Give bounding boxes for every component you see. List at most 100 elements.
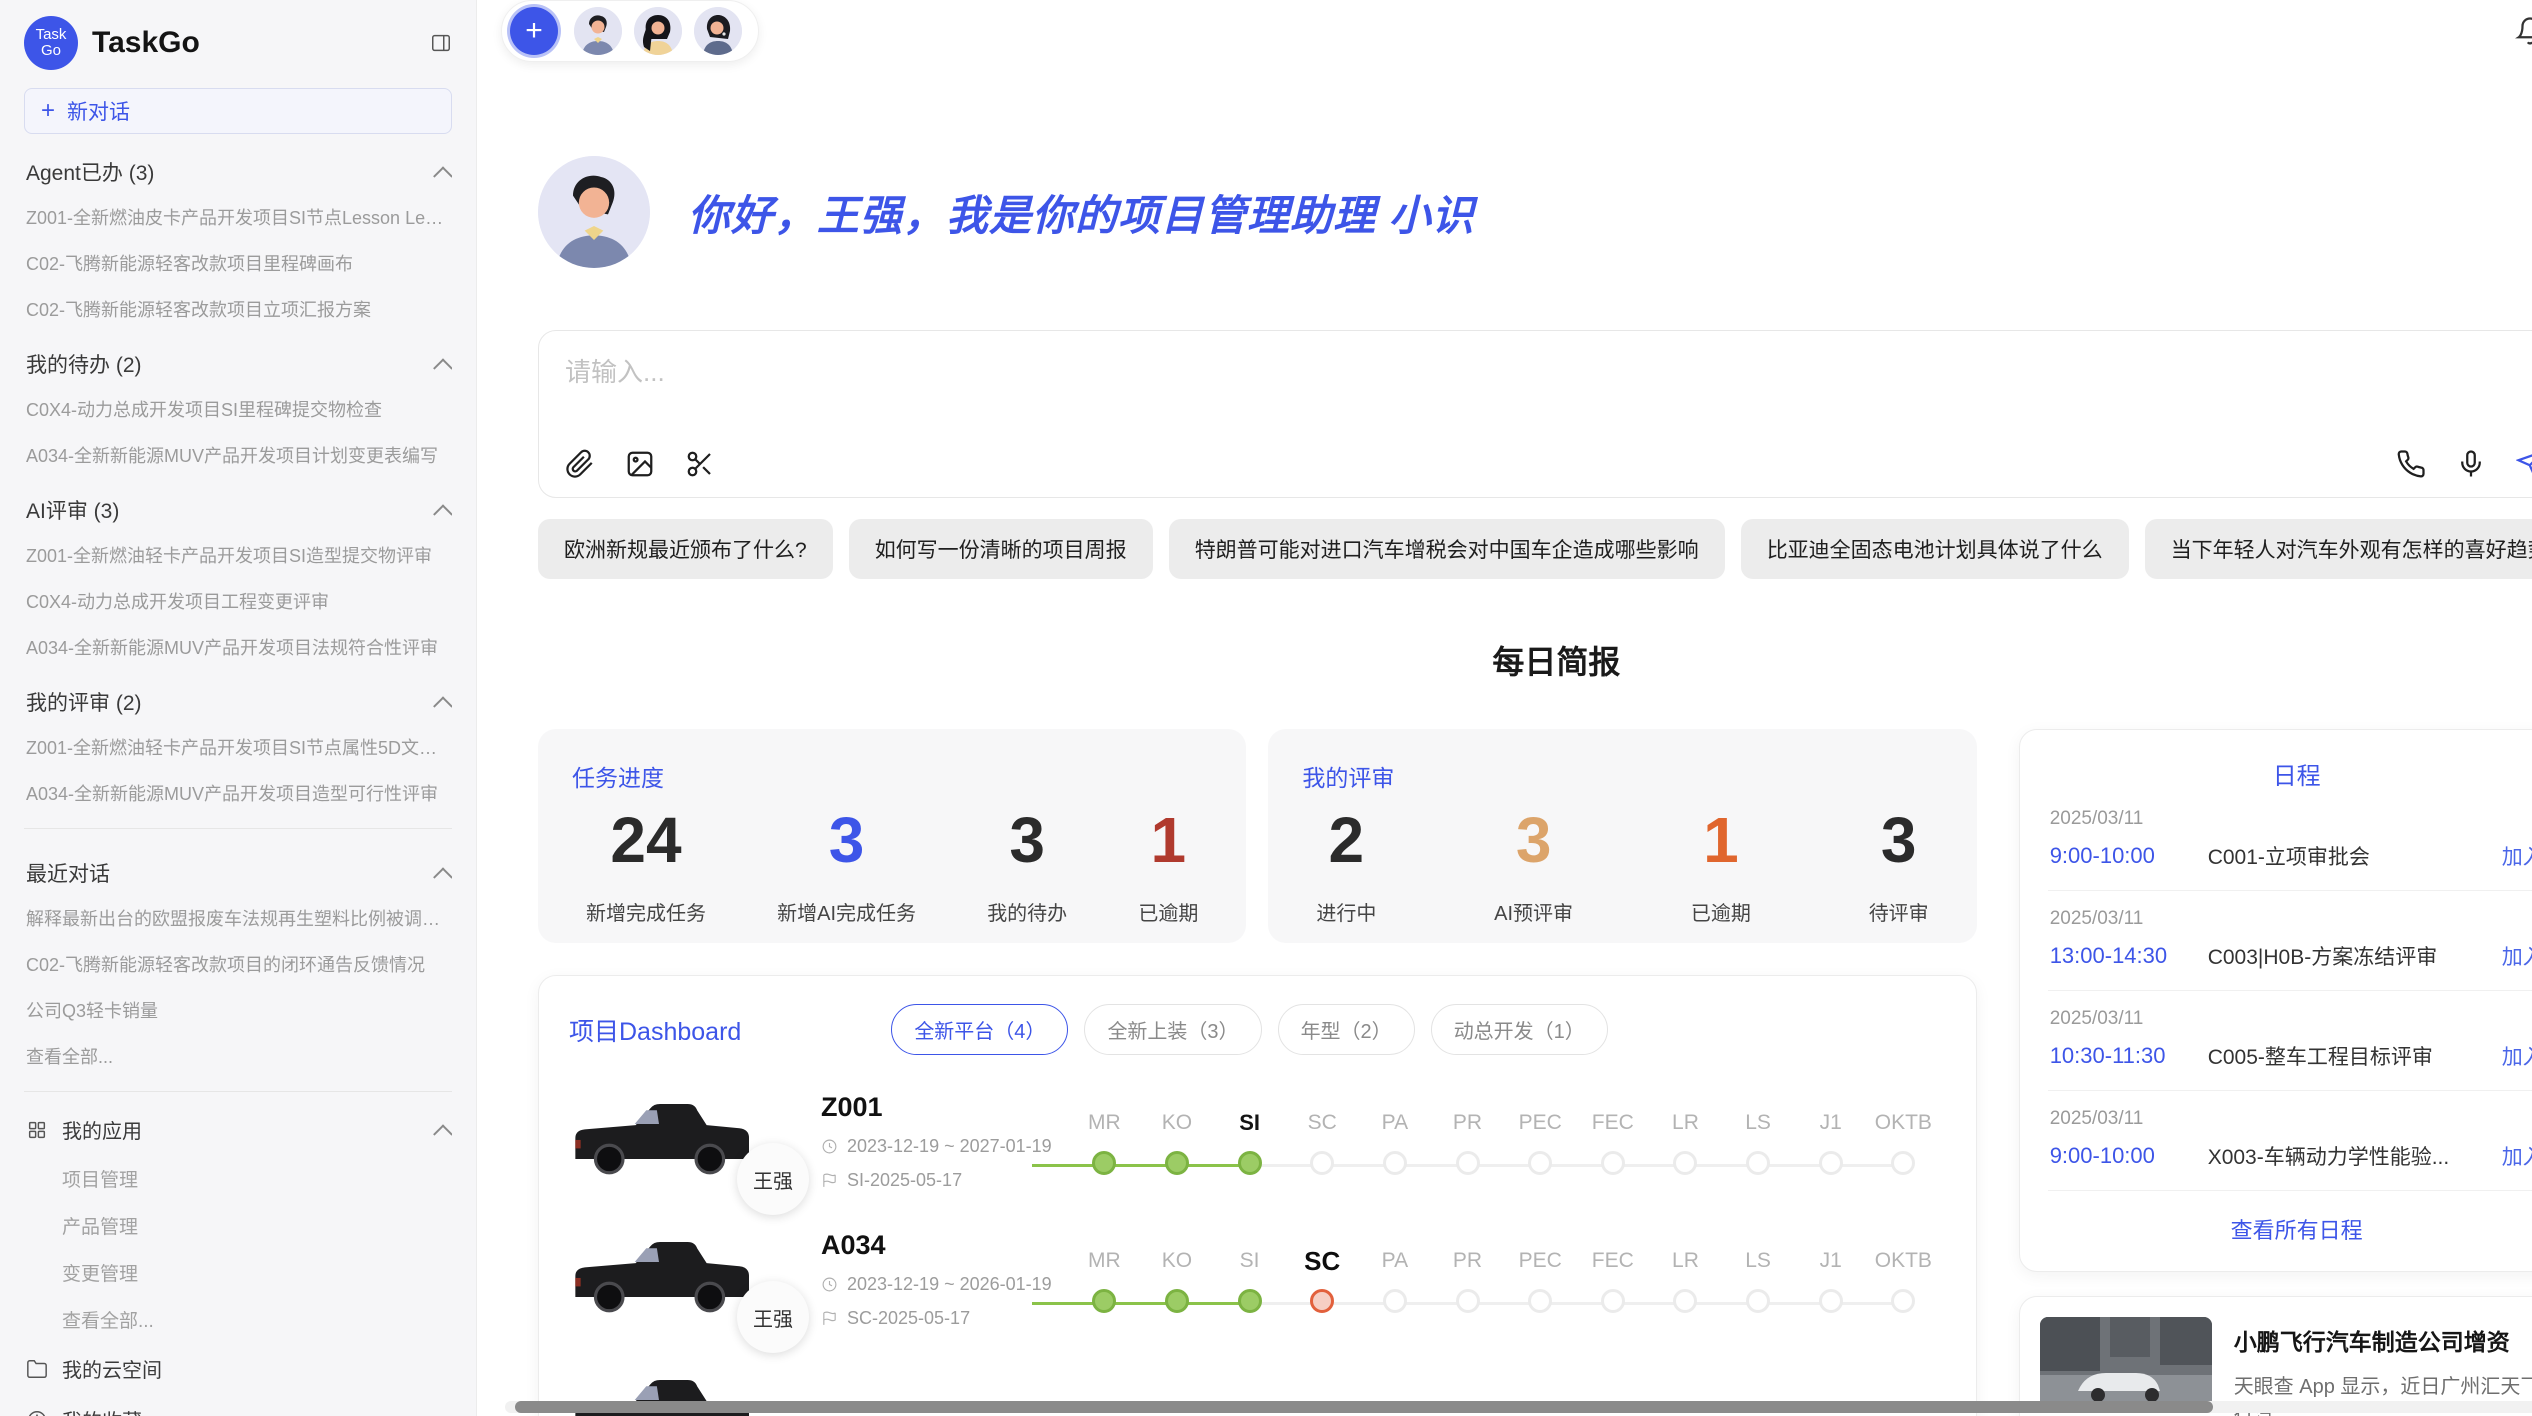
suggestion-chip[interactable]: 比亚迪全固态电池计划具体说了什么 — [1741, 519, 2129, 579]
sidebar-collapse-icon[interactable] — [430, 32, 452, 54]
paperclip-icon[interactable] — [565, 449, 595, 479]
tab-new-body[interactable]: 全新上装（3） — [1084, 1004, 1261, 1055]
list-item[interactable]: 公司Q3轻卡销量 — [24, 987, 452, 1033]
stat-overdue: 1 已逾期 — [1138, 803, 1198, 926]
join-meeting-link[interactable]: 加入 — [2502, 1141, 2532, 1171]
notifications-bell-icon[interactable] — [2515, 16, 2532, 46]
daily-brief-title: 每日简报 — [538, 637, 2532, 683]
project-row[interactable]: 王强 A034 2023-12-19 ~ 2026-01-19 — [569, 1227, 1946, 1331]
milestone-dot — [1891, 1151, 1915, 1175]
milestone-dot — [1383, 1151, 1407, 1175]
image-icon[interactable] — [625, 449, 655, 479]
session-avatar[interactable] — [574, 7, 622, 55]
schedule-title: 日程 — [2048, 756, 2532, 791]
list-item[interactable]: C02-飞腾新能源轻客改款项目里程碑画布 — [24, 240, 452, 286]
tab-new-platform[interactable]: 全新平台（4） — [891, 1004, 1068, 1055]
list-item[interactable]: C0X4-动力总成开发项目SI里程碑提交物检查 — [24, 386, 452, 432]
milestone-dot — [1746, 1151, 1770, 1175]
phone-icon[interactable] — [2396, 449, 2426, 479]
join-meeting-link[interactable]: 加入 — [2502, 941, 2532, 971]
list-item[interactable]: A034-全新新能源MUV产品开发项目计划变更表编写 — [24, 432, 452, 478]
composer-tools-left — [565, 449, 715, 479]
sidebar-item-product-mgmt[interactable]: 产品管理 — [24, 1202, 452, 1249]
new-chat-button[interactable]: + 新对话 — [24, 88, 452, 134]
sidebar-item-change-mgmt[interactable]: 变更管理 — [24, 1249, 452, 1296]
stats-row: 任务进度 24 新增完成任务 3 新增AI完成任务 3 — [538, 729, 1977, 943]
app-header: Task Go TaskGo — [24, 14, 452, 72]
milestone-dot — [1601, 1289, 1625, 1313]
list-item[interactable]: Z001-全新燃油轻卡产品开发项目SI节点属性5D文件评审 — [24, 724, 452, 770]
schedule-entry: 2025/03/11 9:00-10:00 C001-立项审批会 加入 — [2048, 791, 2532, 891]
join-meeting-link[interactable]: 加入 — [2502, 841, 2532, 871]
suggestion-chip[interactable]: 欧洲新规最近颁布了什么? — [538, 519, 833, 579]
horizontal-scrollbar-thumb[interactable] — [515, 1401, 2213, 1413]
view-all-schedule-link[interactable]: 查看所有日程 — [2048, 1191, 2532, 1251]
flag-icon — [821, 1172, 838, 1189]
session-avatar[interactable] — [694, 7, 742, 55]
session-avatar[interactable] — [634, 7, 682, 55]
section-recent-chats[interactable]: 最近对话 — [24, 841, 452, 895]
suggestion-chip[interactable]: 特朗普可能对进口汽车增税会对中国车企造成哪些影响 — [1169, 519, 1725, 579]
milestone-dot — [1092, 1289, 1116, 1313]
chevron-up-icon — [433, 867, 452, 887]
news-card[interactable]: 小鹏飞行汽车制造公司增资 天眼查 App 显示，近日广州汇天飞行汽... — [2019, 1296, 2532, 1416]
sidebar: Task Go TaskGo + 新对话 Agent已办 (3) Z001-全新… — [0, 0, 477, 1416]
send-icon[interactable] — [2516, 449, 2532, 479]
milestone-dot — [1601, 1151, 1625, 1175]
logo-text-top: Task — [36, 27, 67, 44]
list-item[interactable]: 解释最新出台的欧盟报废车法规再生塑料比例被调至15%... — [24, 895, 452, 941]
list-item[interactable]: C0X4-动力总成开发项目工程变更评审 — [24, 578, 452, 624]
suggestion-chip[interactable]: 如何写一份清晰的项目周报 — [849, 519, 1153, 579]
chevron-up-icon — [433, 696, 452, 716]
microphone-icon[interactable] — [2456, 449, 2486, 479]
milestone-dot — [1456, 1151, 1480, 1175]
app-logo: Task Go — [24, 16, 78, 70]
my-review-card: 我的评审 2 进行中 3 AI预评审 1 — [1268, 729, 1976, 943]
list-item[interactable]: Z001-全新燃油皮卡产品开发项目SI节点Lesson Learn报告 — [24, 194, 452, 240]
section-my-apps[interactable]: 我的应用 — [24, 1104, 452, 1155]
list-item[interactable]: Z001-全新燃油轻卡产品开发项目SI造型提交物评审 — [24, 532, 452, 578]
view-all-chats[interactable]: 查看全部... — [24, 1033, 452, 1079]
section-my-review[interactable]: 我的评审 (2) — [24, 670, 452, 724]
sidebar-item-project-mgmt[interactable]: 项目管理 — [24, 1155, 452, 1202]
project-row[interactable]: 王强 Z001 2023-12-19 ~ 2027-01-19 — [569, 1089, 1946, 1193]
tab-powertrain[interactable]: 动总开发（1） — [1431, 1004, 1608, 1055]
milestone-dot — [1891, 1289, 1915, 1313]
apps-grid-icon — [26, 1119, 48, 1141]
view-all-apps[interactable]: 查看全部... — [24, 1296, 452, 1343]
milestone-dot — [1673, 1289, 1697, 1313]
section-my-todo[interactable]: 我的待办 (2) — [24, 332, 452, 386]
composer — [538, 330, 2532, 498]
milestone-dot — [1310, 1151, 1334, 1175]
brief-left-column: 任务进度 24 新增完成任务 3 新增AI完成任务 3 — [538, 729, 1977, 1416]
section-agent-done[interactable]: Agent已办 (3) — [24, 140, 452, 194]
list-item[interactable]: C02-飞腾新能源轻客改款项目立项汇报方案 — [24, 286, 452, 332]
news-image — [2040, 1317, 2212, 1409]
truck-image — [569, 1227, 749, 1331]
app-title: TaskGo — [92, 26, 416, 60]
project-dashboard-card: 项目Dashboard 全新平台（4） 全新上装（3） 年型（2） 动总开发（1… — [538, 975, 1977, 1416]
scissors-icon[interactable] — [685, 449, 715, 479]
suggestion-chip[interactable]: 当下年轻人对汽车外观有怎样的喜好趋势 — [2145, 519, 2532, 579]
new-session-button[interactable]: + — [510, 7, 558, 55]
main-area: + — [477, 0, 2532, 1416]
sidebar-item-favorites[interactable]: 我的收藏 — [24, 1394, 452, 1416]
dashboard-tabs: 全新平台（4） 全新上装（3） 年型（2） 动总开发（1） — [891, 1004, 1608, 1055]
schedule-entry: 2025/03/11 13:00-14:30 C003|H0B-方案冻结评审 加… — [2048, 891, 2532, 991]
brief-grid: 任务进度 24 新增完成任务 3 新增AI完成任务 3 — [538, 729, 2532, 1416]
milestone-dot — [1238, 1151, 1262, 1175]
stat-pending-review: 3 待评审 — [1869, 803, 1929, 926]
horizontal-scrollbar[interactable] — [505, 1401, 2532, 1413]
join-meeting-link[interactable]: 加入 — [2502, 1041, 2532, 1071]
project-image: 王强 — [569, 1089, 807, 1193]
section-ai-review[interactable]: AI评审 (3) — [24, 478, 452, 532]
list-item[interactable]: A034-全新新能源MUV产品开发项目法规符合性评审 — [24, 624, 452, 670]
list-item[interactable]: A034-全新新能源MUV产品开发项目造型可行性评审 — [24, 770, 452, 816]
chat-input[interactable] — [565, 357, 2532, 388]
tab-model-year[interactable]: 年型（2） — [1278, 1004, 1415, 1055]
list-item[interactable]: C02-飞腾新能源轻客改款项目的闭环通告反馈情况 — [24, 941, 452, 987]
stat-my-todo: 3 我的待办 — [987, 803, 1067, 926]
project-code: A034 — [821, 1230, 1062, 1261]
dashboard-title: 项目Dashboard — [569, 1012, 741, 1048]
sidebar-item-cloud-space[interactable]: 我的云空间 — [24, 1343, 452, 1394]
